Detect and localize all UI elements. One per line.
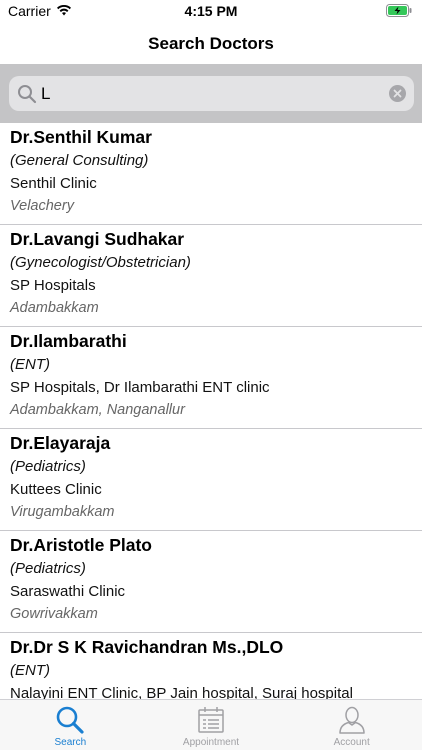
search-bar [0, 64, 422, 123]
tab-bar: Search Appointment Account [0, 699, 422, 750]
doctor-name: Dr.Dr S K Ravichandran Ms.,DLO [10, 637, 284, 657]
status-bar: Carrier 4:15 PM [0, 0, 422, 22]
doctor-name: Dr.Lavangi Sudhakar [10, 229, 185, 249]
doctor-name: Dr.Aristotle Plato [10, 535, 152, 555]
tab-search[interactable]: Search [0, 700, 141, 750]
doctor-clinic: SP Hospitals [10, 277, 96, 294]
doctor-clinic: SP Hospitals, Dr Ilambarathi ENT clinic [10, 379, 270, 396]
doctor-clinic: Saraswathi Clinic [10, 583, 126, 600]
doctor-specialty: (Gynecologist/Obstetrician) [10, 254, 191, 271]
page-title: Search Doctors [148, 34, 274, 53]
doctor-clinic: Nalayini ENT Clinic, BP Jain hospital, S… [10, 685, 353, 699]
clock: 4:15 PM [184, 3, 238, 19]
list-item[interactable]: Dr.Ilambarathi (ENT) SP Hospitals, Dr Il… [0, 327, 422, 429]
list-item[interactable]: Dr.Lavangi Sudhakar (Gynecologist/Obstet… [0, 225, 422, 327]
doctor-specialty: (General Consulting) [10, 152, 149, 169]
tab-account[interactable]: Account [281, 700, 422, 750]
doctor-specialty: (ENT) [10, 662, 50, 679]
battery-charging-icon [386, 4, 412, 17]
clear-search-icon[interactable] [389, 85, 406, 102]
doctor-area: Gowrivakkam [10, 606, 98, 622]
search-field-container[interactable] [9, 76, 414, 111]
doctor-specialty: (ENT) [10, 356, 50, 373]
search-input[interactable] [39, 76, 379, 111]
search-icon [57, 706, 84, 734]
doctor-name: Dr.Elayaraja [10, 433, 111, 453]
tab-label: Account [333, 737, 370, 748]
doctor-area: Virugambakkam [10, 504, 115, 520]
doctor-list[interactable]: Dr.Senthil Kumar (General Consulting) Se… [0, 123, 422, 699]
doctor-specialty: (Pediatrics) [10, 560, 86, 577]
search-icon [18, 85, 37, 104]
doctor-name: Dr.Senthil Kumar [10, 127, 152, 147]
person-icon [338, 706, 365, 734]
doctor-area: Adambakkam [10, 300, 99, 316]
calendar-icon [198, 707, 224, 733]
list-item[interactable]: Dr.Senthil Kumar (General Consulting) Se… [0, 123, 422, 225]
doctor-clinic: Kuttees Clinic [10, 481, 102, 498]
doctor-name: Dr.Ilambarathi [10, 331, 127, 351]
doctor-clinic: Senthil Clinic [10, 175, 97, 192]
list-item[interactable]: Dr.Elayaraja (Pediatrics) Kuttees Clinic… [0, 429, 422, 531]
list-item[interactable]: Dr.Dr S K Ravichandran Ms.,DLO (ENT) Nal… [0, 633, 422, 699]
tab-label: Appointment [182, 737, 240, 748]
list-item[interactable]: Dr.Aristotle Plato (Pediatrics) Saraswat… [0, 531, 422, 633]
doctor-specialty: (Pediatrics) [10, 458, 86, 475]
tab-appointment[interactable]: Appointment [141, 700, 282, 750]
doctor-area: Velachery [10, 198, 74, 214]
doctor-area: Adambakkam, Nanganallur [10, 402, 185, 418]
navigation-bar: Search Doctors [0, 22, 422, 64]
tab-label: Search [54, 737, 87, 748]
